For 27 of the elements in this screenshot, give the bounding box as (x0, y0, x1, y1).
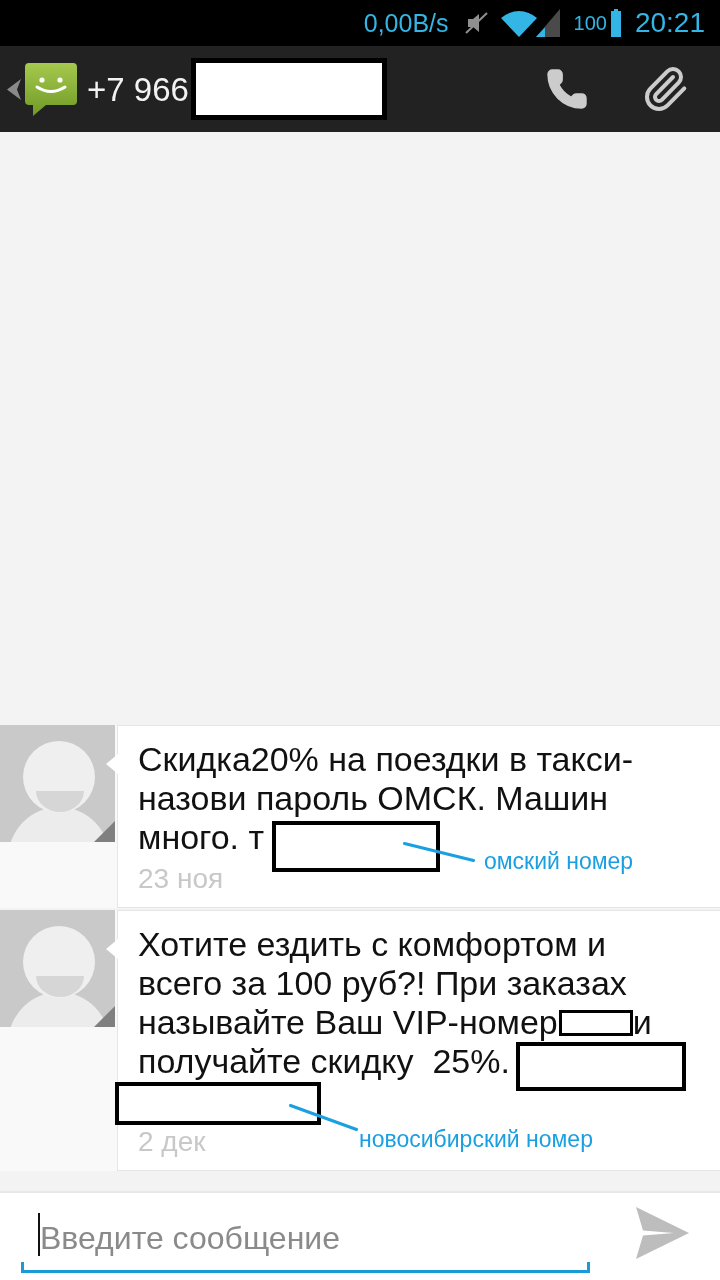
leader-line (403, 842, 475, 862)
message-text: Скидка20% на поездки в такси- (138, 740, 634, 778)
battery-icon (610, 9, 621, 37)
bubble-pointer (106, 754, 118, 774)
bubble-pointer (106, 939, 118, 959)
wifi-icon (500, 9, 537, 37)
message-text: много. т (138, 818, 265, 856)
annotation-label: омский номер (484, 848, 634, 874)
message-text: всего за 100 руб?! При заказах (138, 964, 627, 1002)
signal-icon (535, 9, 560, 37)
message-text: называйте Ваш VIP-номер (138, 1003, 558, 1041)
phone-icon (545, 67, 589, 111)
message-text: получайте скидку 25%. (138, 1042, 510, 1080)
contact-number: +7 966 (87, 72, 189, 106)
send-icon (636, 1207, 689, 1259)
network-speed: 0,00B/s (363, 10, 449, 36)
message-text: Хотите ездить с комфортом и (138, 925, 607, 963)
smiley-bubble-icon (25, 62, 77, 116)
message-text: и (632, 1003, 652, 1041)
annotation-label: новосибирский номер (359, 1126, 593, 1152)
leader-line (289, 1104, 358, 1131)
muted-speaker-icon (464, 11, 488, 35)
text-cursor (38, 1213, 40, 1256)
message-text: назови пароль ОМСК. Машин (138, 779, 608, 817)
battery-percent: 100 (573, 13, 607, 33)
back-chevron-icon (7, 78, 21, 100)
clock: 20:21 (634, 9, 705, 37)
